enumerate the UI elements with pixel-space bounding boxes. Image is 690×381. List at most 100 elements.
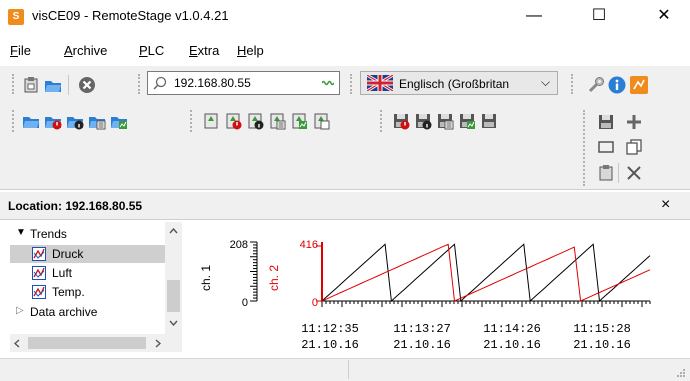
toolbar-separator bbox=[618, 163, 619, 183]
tree-item-label: Luft bbox=[52, 266, 73, 280]
save-all-icon[interactable] bbox=[480, 112, 498, 130]
toolbar-grip[interactable] bbox=[583, 110, 586, 186]
resize-grip-icon[interactable] bbox=[676, 368, 686, 378]
clipboard-icon[interactable] bbox=[597, 164, 615, 182]
scroll-up-icon[interactable] bbox=[169, 228, 178, 234]
export-all-icon[interactable] bbox=[312, 112, 330, 130]
tree-item-luft[interactable]: Luft bbox=[10, 264, 165, 282]
menu-file-accel: F bbox=[10, 43, 18, 58]
tree-item-label: Druck bbox=[52, 247, 84, 261]
menu-help[interactable]: Help bbox=[237, 43, 264, 58]
location-bar: Location: 192.168.80.55 × bbox=[0, 192, 690, 220]
settings-wrench-icon[interactable] bbox=[587, 76, 605, 94]
copy-icon[interactable] bbox=[625, 138, 643, 156]
export-trend-icon[interactable] bbox=[290, 112, 308, 130]
close-button[interactable]: ✕ bbox=[641, 0, 687, 32]
tree-item-label: Trends bbox=[30, 227, 67, 241]
toolbar-grip[interactable] bbox=[190, 110, 193, 132]
add-icon[interactable] bbox=[625, 113, 643, 131]
tree-item-druck[interactable]: Druck bbox=[10, 245, 165, 263]
menu-help-accel: H bbox=[237, 43, 247, 58]
location-label: Location: 192.168.80.55 bbox=[8, 199, 143, 213]
minimize-button[interactable]: — bbox=[511, 0, 557, 32]
toolbar-grip[interactable] bbox=[350, 74, 353, 94]
ch2-axis-label: ch. 2 bbox=[267, 265, 281, 291]
open-folder-icon[interactable] bbox=[44, 76, 62, 94]
menu-archive-accel: A bbox=[64, 43, 73, 58]
menu-extra[interactable]: Extra bbox=[189, 43, 219, 58]
x-tick-date: 21.10.16 bbox=[573, 338, 631, 352]
x-tick-time: 11:13:27 bbox=[393, 322, 451, 336]
trend-icon bbox=[32, 247, 46, 261]
menu-extra-label: xtra bbox=[197, 43, 220, 58]
ch2-min-tick: 0 bbox=[312, 297, 318, 309]
open-archive-error-icon[interactable] bbox=[44, 112, 62, 130]
address-value: 192.168.80.55 bbox=[174, 76, 251, 90]
save-icon[interactable] bbox=[597, 113, 615, 131]
scroll-down-icon[interactable] bbox=[169, 320, 178, 326]
tree-item-data-archive[interactable]: ▷ Data archive bbox=[10, 304, 165, 322]
window-icon[interactable] bbox=[597, 138, 615, 156]
uk-flag-icon bbox=[367, 75, 393, 91]
toolbar-grip[interactable] bbox=[138, 74, 141, 94]
export-error-icon[interactable] bbox=[224, 112, 242, 130]
close-panel-button[interactable]: × bbox=[661, 196, 670, 214]
expand-icon[interactable]: ▼ bbox=[16, 227, 26, 238]
toolbar-grip[interactable] bbox=[12, 110, 15, 132]
menu-file[interactable]: File bbox=[10, 43, 31, 58]
info-icon[interactable] bbox=[608, 76, 626, 94]
toolbar-grip[interactable] bbox=[12, 74, 15, 94]
language-select[interactable]: Englisch (Großbritan ⌵ bbox=[360, 71, 558, 95]
window-title: visCE09 - RemoteStage v1.0.4.21 bbox=[32, 8, 229, 23]
save-info-icon[interactable] bbox=[414, 112, 432, 130]
x-tick-time: 11:12:35 bbox=[301, 322, 359, 336]
series-line-ch1 bbox=[321, 243, 651, 303]
search-icon bbox=[153, 76, 167, 90]
save-list-icon[interactable] bbox=[436, 112, 454, 130]
tree-item-trends[interactable]: ▼ Trends bbox=[10, 227, 165, 245]
export-info-icon[interactable] bbox=[246, 112, 264, 130]
export-icon[interactable] bbox=[202, 112, 220, 130]
tree-item-label: Data archive bbox=[30, 305, 98, 319]
scroll-left-icon[interactable] bbox=[14, 339, 20, 348]
menu-plc-label: LC bbox=[147, 43, 165, 58]
menu-plc[interactable]: PLC bbox=[139, 43, 164, 58]
open-archive-trend-icon[interactable] bbox=[110, 112, 128, 130]
delete-icon[interactable] bbox=[625, 164, 643, 182]
tree-horizontal-scrollbar[interactable] bbox=[10, 334, 182, 352]
tree-item-label: Temp. bbox=[52, 285, 85, 299]
menu-help-label: elp bbox=[246, 43, 264, 58]
menu-plc-accel: P bbox=[139, 43, 148, 58]
menu-file-label: ile bbox=[17, 43, 31, 58]
toolbar-separator bbox=[68, 75, 69, 95]
toolbar-grip[interactable] bbox=[380, 110, 383, 132]
expand-icon[interactable]: ▷ bbox=[16, 305, 24, 316]
x-tick-date: 21.10.16 bbox=[393, 338, 451, 352]
app-icon: S bbox=[8, 9, 24, 25]
scroll-thumb[interactable] bbox=[167, 280, 180, 312]
maximize-button[interactable]: ☐ bbox=[576, 0, 622, 32]
x-tick-date: 21.10.16 bbox=[301, 338, 359, 352]
app-logo-icon[interactable] bbox=[630, 76, 648, 94]
toolbar-grip[interactable] bbox=[571, 74, 574, 94]
scroll-thumb[interactable] bbox=[28, 337, 146, 349]
open-archive-icon[interactable] bbox=[22, 112, 40, 130]
ch2-max-tick: 416 bbox=[300, 239, 318, 251]
save-error-icon[interactable] bbox=[392, 112, 410, 130]
trend-chart[interactable]: ch. 1 ch. 2 208 0 416 0 11:12:35 21.10.16… bbox=[190, 222, 680, 356]
chevron-down-icon: ⌵ bbox=[541, 75, 551, 89]
disconnect-icon[interactable] bbox=[78, 76, 96, 94]
menu-archive[interactable]: Archive bbox=[64, 43, 107, 58]
title-bar: S visCE09 - RemoteStage v1.0.4.21 — ☐ ✕ bbox=[0, 0, 690, 32]
open-archive-info-icon[interactable] bbox=[66, 112, 84, 130]
export-list-icon[interactable] bbox=[268, 112, 286, 130]
clipboard-icon[interactable] bbox=[22, 76, 40, 94]
address-combobox[interactable]: 192.168.80.55 bbox=[147, 71, 340, 95]
tree-vertical-scrollbar[interactable] bbox=[165, 222, 182, 334]
series-line-ch2 bbox=[321, 243, 651, 302]
open-archive-list-icon[interactable] bbox=[88, 112, 106, 130]
save-trend-icon[interactable] bbox=[458, 112, 476, 130]
scroll-right-icon[interactable] bbox=[155, 339, 161, 348]
x-tick-date: 21.10.16 bbox=[483, 338, 541, 352]
tree-item-temp[interactable]: Temp. bbox=[10, 283, 165, 301]
